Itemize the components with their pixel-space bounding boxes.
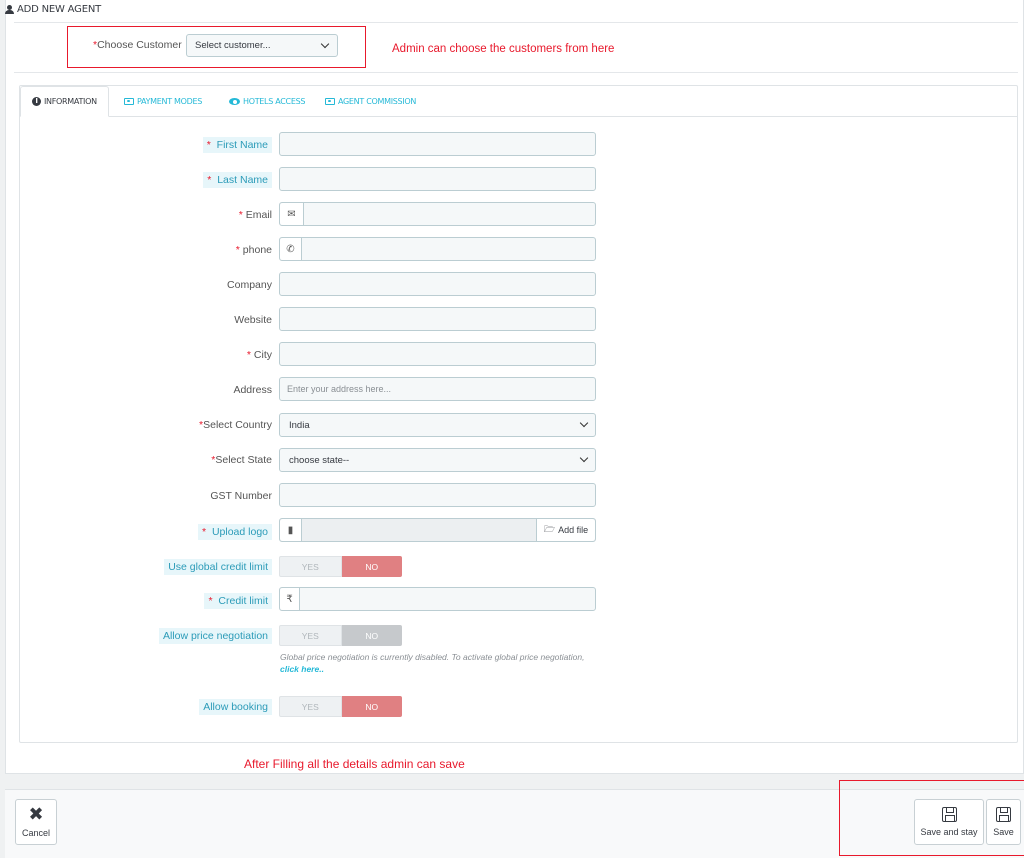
add-file-label: Add file <box>558 525 589 535</box>
company-input[interactable] <box>279 272 596 296</box>
close-icon: ✖ <box>28 803 44 825</box>
website-input[interactable] <box>279 307 596 331</box>
panel-title: ADD NEW AGENT <box>17 4 102 15</box>
tab-label: HOTELS ACCESS <box>243 97 306 106</box>
gst-input[interactable] <box>279 483 596 507</box>
chevron-down-icon <box>320 39 330 49</box>
tab-label: PAYMENT MODES <box>137 97 203 106</box>
website-label: Website <box>234 314 272 326</box>
last-name-input[interactable] <box>279 167 596 191</box>
tab-label: INFORMATION <box>44 97 97 106</box>
file-icon: ▮ <box>280 519 302 541</box>
state-select[interactable]: choose state-- <box>279 448 596 472</box>
info-circle-icon: i <box>32 97 41 106</box>
toggle-yes[interactable]: YES <box>279 696 342 717</box>
phone-label: * phone <box>235 244 272 256</box>
toggle-no[interactable]: NO <box>341 696 402 717</box>
city-label: * City <box>246 349 272 361</box>
country-select-value: India <box>289 420 310 431</box>
folder-open-icon: 🗁 <box>543 524 556 534</box>
allow-booking-label: Allow booking <box>199 699 272 715</box>
tab-information[interactable]: i INFORMATION <box>20 86 109 117</box>
email-input[interactable]: ✉ <box>279 202 596 226</box>
toggle-no[interactable]: NO <box>341 556 402 577</box>
global-credit-toggle[interactable]: YES NO <box>279 556 402 577</box>
global-credit-label: Use global credit limit <box>164 559 272 575</box>
rupee-icon: ₹ <box>280 588 300 610</box>
chevron-down-icon <box>579 453 589 463</box>
divider <box>14 22 1018 23</box>
phone-icon: ✆ <box>280 238 302 260</box>
toggle-yes[interactable]: YES <box>279 625 342 646</box>
upload-logo-label: * Upload logo <box>198 524 272 540</box>
state-label: *Select State <box>211 454 272 466</box>
email-label: * Email <box>238 209 272 221</box>
customer-annotation: Admin can choose the customers from here <box>392 43 615 55</box>
eye-icon <box>229 98 240 105</box>
last-name-label: * Last Name <box>203 172 272 188</box>
address-input[interactable]: Enter your address here... <box>279 377 596 401</box>
save-annotation: After Filling all the details admin can … <box>244 757 465 771</box>
tab-hotels-access[interactable]: HOTELS ACCESS <box>218 86 316 117</box>
customer-select[interactable]: Select customer... <box>186 34 338 57</box>
price-negotiation-toggle[interactable]: YES NO <box>279 625 402 646</box>
tab-agent-commission[interactable]: AGENT COMMISSION <box>314 86 427 117</box>
company-label: Company <box>227 279 272 291</box>
tab-payment-modes[interactable]: PAYMENT MODES <box>113 86 213 117</box>
upload-logo-field[interactable]: ▮ 🗁 Add file <box>279 518 596 542</box>
money-icon <box>325 98 335 105</box>
money-icon <box>124 98 134 105</box>
cancel-button[interactable]: ✖ Cancel <box>15 799 57 845</box>
envelope-icon: ✉ <box>280 203 304 225</box>
gst-label: GST Number <box>210 490 272 502</box>
address-label: Address <box>233 384 272 396</box>
highlight-box-save <box>839 780 1024 856</box>
help-text: Global price negotiation is currently di… <box>280 652 585 662</box>
country-select[interactable]: India <box>279 413 596 437</box>
credit-limit-input[interactable]: ₹ <box>279 587 596 611</box>
price-negotiation-help: Global price negotiation is currently di… <box>280 651 590 675</box>
add-file-button[interactable]: 🗁 Add file <box>536 519 595 541</box>
add-agent-page: ADD NEW AGENT *Choose Customer Select cu… <box>0 0 1024 858</box>
phone-input[interactable]: ✆ <box>279 237 596 261</box>
country-label: *Select Country <box>199 419 272 431</box>
toggle-no[interactable]: NO <box>341 625 402 646</box>
toggle-yes[interactable]: YES <box>279 556 342 577</box>
first-name-input[interactable] <box>279 132 596 156</box>
price-negotiation-label: Allow price negotiation <box>158 628 272 644</box>
panel-header: ADD NEW AGENT <box>5 4 101 15</box>
cancel-label: Cancel <box>21 827 50 838</box>
click-here-link[interactable]: click here.. <box>280 664 324 674</box>
customer-select-value: Select customer... <box>195 40 271 51</box>
credit-limit-label: * Credit limit <box>204 593 272 609</box>
divider <box>14 72 1018 73</box>
tab-label: AGENT COMMISSION <box>338 97 417 106</box>
allow-booking-toggle[interactable]: YES NO <box>279 696 402 717</box>
city-input[interactable] <box>279 342 596 366</box>
first-name-label: * First Name <box>202 137 272 153</box>
user-icon <box>5 5 14 14</box>
address-placeholder: Enter your address here... <box>287 384 392 394</box>
state-select-value: choose state-- <box>289 455 350 466</box>
choose-customer-label: *Choose Customer <box>93 39 182 51</box>
chevron-down-icon <box>579 418 589 428</box>
